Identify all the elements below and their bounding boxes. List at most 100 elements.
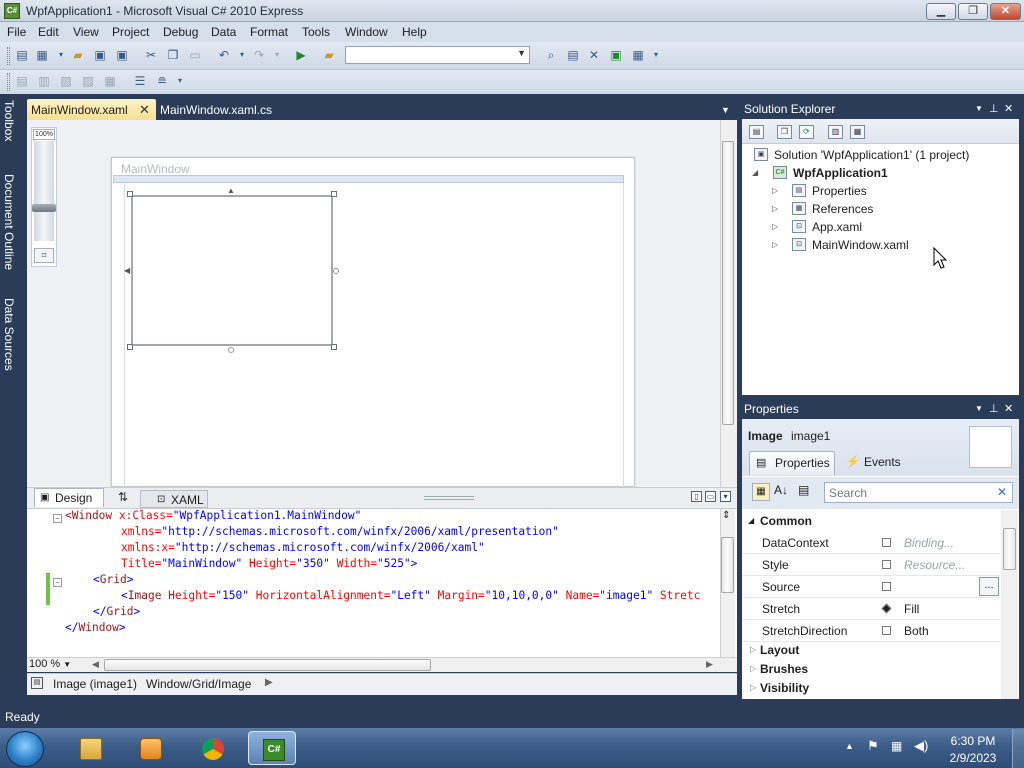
view-designer-icon[interactable]: ▦	[850, 125, 865, 139]
start-debugging-icon[interactable]: ▶	[293, 47, 309, 63]
split-grip[interactable]	[424, 496, 474, 500]
menu-format[interactable]: Format	[250, 25, 288, 39]
volume-icon[interactable]: ◀)	[914, 738, 928, 754]
collapse-arrow-icon[interactable]: ◢	[752, 168, 758, 177]
find-in-files-icon[interactable]: ▰	[321, 47, 337, 63]
breadcrumb-path[interactable]: Window/Grid/Image	[146, 677, 251, 691]
make-same-size-icon[interactable]: ▦	[102, 73, 118, 89]
menu-project[interactable]: Project	[112, 25, 149, 39]
tab-mainwindow-xaml[interactable]: MainWindow.xaml ✕	[27, 99, 156, 121]
xaml-hscroll-thumb[interactable]	[104, 659, 431, 671]
expand-arrow-icon[interactable]: ▷	[750, 645, 756, 654]
taskbar-visual-csharp[interactable]: C#	[248, 731, 296, 765]
redo-icon[interactable]: ↷	[251, 47, 267, 63]
tab-mainwindow-xaml-cs[interactable]: MainWindow.xaml.cs	[160, 103, 272, 117]
zoom-slider-thumb[interactable]	[32, 204, 56, 212]
resize-handle[interactable]	[331, 344, 337, 350]
property-row-datacontext[interactable]: DataContext Binding...	[742, 532, 1000, 554]
scroll-left-icon[interactable]: ◀	[92, 659, 99, 670]
image-control[interactable]	[131, 195, 333, 346]
tree-item-app-xaml[interactable]: App.xaml	[812, 220, 862, 234]
expand-arrow-icon[interactable]: ▷	[772, 240, 778, 249]
margin-adorner[interactable]	[333, 268, 339, 274]
close-pane-icon[interactable]: ✕	[1004, 102, 1013, 115]
toolbar-grip[interactable]	[7, 73, 10, 91]
menu-tools[interactable]: Tools	[302, 25, 330, 39]
center-horizontally-icon[interactable]: ☰	[132, 73, 148, 89]
split-editor-icon[interactable]: ⇕	[722, 510, 730, 521]
expand-arrow-icon[interactable]: ▷	[750, 664, 756, 673]
property-value[interactable]: Both	[904, 624, 929, 638]
expand-arrow-icon[interactable]: ▷	[772, 222, 778, 231]
category-visibility[interactable]: Visibility	[760, 681, 809, 695]
zoom-to-fit-icon[interactable]: ⌗	[34, 248, 54, 263]
data-sources-tab[interactable]: Data Sources	[2, 298, 16, 371]
properties-search-input[interactable]: Search ✕	[824, 482, 1013, 503]
categorize-icon[interactable]: ▦	[752, 483, 770, 501]
show-hidden-icons-icon[interactable]: ▲	[845, 741, 854, 751]
window-position-icon[interactable]: ▼	[975, 404, 983, 413]
paste-icon[interactable]: ▭	[187, 47, 203, 63]
action-center-flag-icon[interactable]: ⚑	[867, 738, 879, 754]
menu-view[interactable]: View	[73, 25, 99, 39]
property-value[interactable]: Fill	[904, 602, 919, 616]
tab-design[interactable]: ▣ Design	[34, 488, 104, 507]
zoom-slider-track[interactable]	[34, 141, 54, 241]
tab-xaml[interactable]: ⊡ XAML	[140, 490, 208, 508]
add-item-dropdown-icon[interactable]: ▾	[53, 47, 69, 63]
grid-column-rail[interactable]	[113, 175, 624, 183]
open-file-icon[interactable]: ▰	[70, 47, 86, 63]
find-icon[interactable]: ⌕	[543, 47, 559, 63]
expand-arrow-icon[interactable]: ▷	[750, 683, 756, 692]
vcsharp-app-icon[interactable]: C#	[4, 3, 20, 19]
property-row-stretch[interactable]: Stretch Fill	[742, 598, 1000, 620]
toolbox-tab[interactable]: Toolbox	[2, 100, 16, 141]
taskbar-explorer[interactable]	[66, 731, 114, 765]
save-icon[interactable]: ▣	[92, 47, 108, 63]
tools-icon[interactable]: ✕	[586, 47, 602, 63]
selected-element-name[interactable]: image1	[791, 429, 830, 443]
collapse-arrow-icon[interactable]: ◢	[748, 516, 754, 525]
expand-arrow-icon[interactable]: ▷	[772, 186, 778, 195]
breadcrumb-selected-element[interactable]: Image (image1)	[53, 677, 137, 691]
vertical-split-icon[interactable]: ▯	[691, 491, 702, 502]
redo-dropdown-icon[interactable]: ▾	[269, 47, 285, 63]
save-all-icon[interactable]: ▣	[114, 47, 130, 63]
new-project-icon[interactable]: ▤	[14, 47, 30, 63]
resize-handle[interactable]	[127, 191, 133, 197]
property-grid-scroll-thumb[interactable]	[1003, 528, 1016, 570]
clear-search-icon[interactable]: ✕	[997, 485, 1007, 499]
show-desktop-button[interactable]	[1012, 729, 1024, 768]
window-position-icon[interactable]: ▼	[975, 104, 983, 113]
maximize-button[interactable]: ❐	[958, 3, 988, 20]
property-marker-icon[interactable]	[882, 626, 891, 635]
close-button[interactable]: ✕	[990, 3, 1021, 20]
start-page-icon[interactable]: ▣	[608, 47, 624, 63]
collapse-region-icon[interactable]: −	[53, 514, 62, 523]
undo-dropdown-icon[interactable]: ▾	[234, 47, 250, 63]
property-marker-icon[interactable]	[882, 538, 891, 547]
solution-explorer-icon[interactable]: ▤	[565, 47, 581, 63]
start-button[interactable]	[6, 731, 44, 767]
clock-time[interactable]: 6:30 PM	[940, 734, 1006, 748]
editor-zoom-select[interactable]: 100 % ▼	[29, 658, 99, 671]
taskbar-media-player[interactable]	[126, 731, 174, 765]
property-value[interactable]: Binding...	[904, 536, 954, 550]
menu-window[interactable]: Window	[345, 25, 388, 39]
property-marker-icon[interactable]	[882, 582, 891, 591]
add-item-icon[interactable]: ▦	[34, 47, 50, 63]
sort-alphabetical-icon[interactable]: A↓	[774, 483, 788, 497]
auto-hide-pin-icon[interactable]: ⊥	[989, 402, 999, 415]
menu-file[interactable]: File	[7, 25, 26, 39]
toolbar-grip[interactable]	[7, 47, 10, 65]
horizontal-split-icon[interactable]: ▭	[705, 491, 716, 502]
menu-data[interactable]: Data	[211, 25, 236, 39]
property-set-marker-icon[interactable]	[881, 603, 892, 614]
menu-edit[interactable]: Edit	[38, 25, 59, 39]
menu-help[interactable]: Help	[402, 25, 427, 39]
clock-date[interactable]: 2/9/2023	[940, 751, 1006, 765]
tree-item-references[interactable]: References	[812, 202, 873, 216]
network-icon[interactable]: ▦	[891, 739, 902, 753]
tab-properties[interactable]: ▤ Properties	[749, 451, 835, 475]
align-centers-icon[interactable]: ▥	[36, 73, 52, 89]
